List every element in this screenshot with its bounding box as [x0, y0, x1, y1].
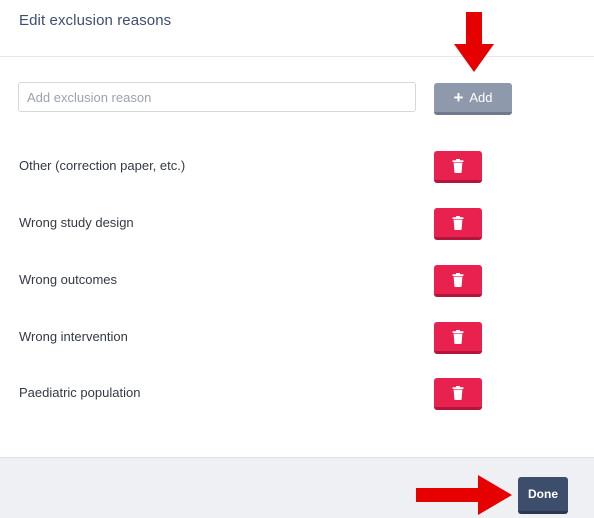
exclusion-reason-input[interactable] — [18, 82, 416, 112]
list-item: Wrong outcomes — [0, 265, 594, 297]
delete-button[interactable] — [434, 151, 482, 183]
trash-icon — [452, 329, 464, 344]
plus-icon: + — [453, 88, 464, 107]
list-item: Wrong study design — [0, 208, 594, 240]
trash-icon — [452, 385, 464, 400]
add-button-label: Add — [469, 90, 493, 105]
dialog-title: Edit exclusion reasons — [19, 12, 172, 29]
delete-button[interactable] — [434, 378, 482, 410]
delete-button[interactable] — [434, 265, 482, 297]
reason-label: Wrong outcomes — [19, 272, 118, 287]
arrow-down-icon — [454, 12, 494, 72]
trash-icon — [452, 215, 464, 230]
add-button[interactable]: + Add — [434, 83, 512, 115]
edit-exclusion-reasons-dialog: Edit exclusion reasons + Add Other (corr… — [0, 0, 594, 518]
list-item: Wrong intervention — [0, 322, 594, 354]
delete-button[interactable] — [434, 208, 482, 240]
arrow-right-icon — [416, 475, 512, 515]
reason-label: Wrong study design — [19, 215, 134, 230]
list-item: Paediatric population — [0, 378, 594, 410]
list-item: Other (correction paper, etc.) — [0, 151, 594, 183]
reason-label: Paediatric population — [19, 385, 141, 400]
done-button[interactable]: Done — [518, 477, 568, 514]
trash-icon — [452, 158, 464, 173]
trash-icon — [452, 272, 464, 287]
reason-label: Wrong intervention — [19, 329, 128, 344]
reason-label: Other (correction paper, etc.) — [19, 158, 186, 173]
delete-button[interactable] — [434, 322, 482, 354]
dialog-header: Edit exclusion reasons — [0, 0, 594, 57]
